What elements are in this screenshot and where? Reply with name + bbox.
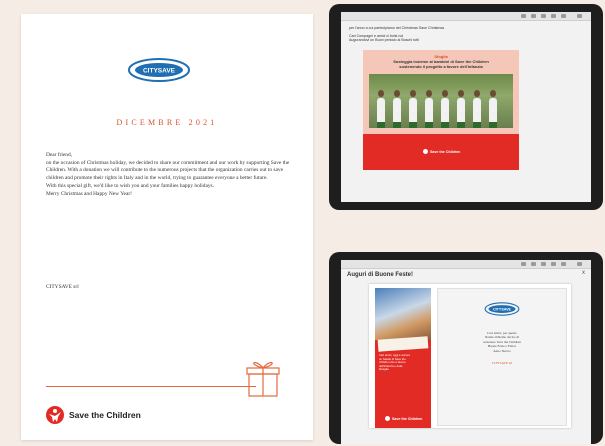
letter-paragraph: on the occasion of Christmas holiday, we… <box>46 159 290 182</box>
ecard-right-text: Cari amici, per questo Natale abbiamo de… <box>448 331 556 365</box>
mini-logo-label: Save the Children <box>430 149 461 154</box>
email-screen: per l'anno a cui partecipiamo del Christ… <box>341 12 591 202</box>
tablet-email-preview: per l'anno a cui partecipiamo del Christ… <box>329 4 603 210</box>
ecard-toolbar <box>341 260 591 269</box>
ecard-left-panel: Cari amici, oggi è ancora un Natale di S… <box>375 288 431 428</box>
ecard-left-text: Cari amici, oggi è ancora un Natale di S… <box>379 353 427 372</box>
ecard-title-strip <box>377 336 429 352</box>
toolbar-icon[interactable] <box>551 14 556 18</box>
ecard-signature: CITYSAVE srl <box>491 361 513 366</box>
logo-text: CITYSAVE <box>143 68 176 75</box>
toolbar-icon[interactable] <box>551 262 556 266</box>
save-the-children-label: Save the Children <box>69 410 141 420</box>
ecard-right-line: Anno Nuovo <box>493 348 511 353</box>
toolbar-icon[interactable] <box>521 14 526 18</box>
email-intro-line: Augurandovi un Buon periodo ai Boschi tu… <box>349 38 419 43</box>
logo-text: CITYSAVE <box>493 307 512 311</box>
ecard-right-panel: CITYSAVE Cari amici, per questo Natale a… <box>437 288 567 426</box>
save-the-children-mini-logo: Save the Children <box>385 416 422 421</box>
letter-body: Dear friend, on the occasion of Christma… <box>46 152 291 198</box>
christmas-letter: CITYSAVE DICEMBRE 2021 Dear friend, on t… <box>21 14 313 440</box>
toolbar-icon[interactable] <box>577 262 582 266</box>
save-the-children-mini-logo: Save the Children <box>423 149 460 154</box>
toolbar-icon[interactable] <box>577 14 582 18</box>
letter-paragraph: Merry Christmas and Happy New Year! <box>46 190 132 197</box>
letter-signature: CITYSAVE srl <box>46 284 79 290</box>
children-photo <box>369 74 513 128</box>
ecard-screen: Auguri di Buone Feste! x Cari amici, ogg… <box>341 260 591 444</box>
save-the-children-logo: Save the Children <box>46 404 141 426</box>
toolbar-icon[interactable] <box>541 14 546 18</box>
ecard: Cari amici, oggi è ancora un Natale di S… <box>369 284 571 428</box>
mini-logo-label: Save the Children <box>392 416 423 421</box>
footer-divider <box>46 386 256 387</box>
toolbar-icon[interactable] <box>531 14 536 18</box>
banner-headline-line: sostenendo il progetto a favore dell'inf… <box>399 64 483 69</box>
letter-greeting: Dear friend, <box>46 152 73 158</box>
citysave-logo: CITYSAVE <box>484 302 520 316</box>
letter-date: DICEMBRE 2021 <box>116 118 218 127</box>
email-intro: per l'anno a cui partecipiamo del Christ… <box>349 26 569 43</box>
save-the-children-icon <box>423 149 428 154</box>
email-toolbar <box>341 12 591 21</box>
citysave-logo: CITYSAVE <box>128 58 190 82</box>
letter-paragraph: With this special gift, we'd like to wis… <box>46 182 214 189</box>
ecard-photo <box>375 288 431 340</box>
toolbar-icon[interactable] <box>521 262 526 266</box>
toolbar-icon[interactable] <box>561 262 566 266</box>
donation-banner: Sfoglia Sosteggia insieme ai bambini di … <box>363 50 519 170</box>
toolbar-icon[interactable] <box>561 14 566 18</box>
banner-headline: Sfoglia Sosteggia insieme ai bambini di … <box>363 54 519 69</box>
ecard-title: Auguri di Buone Feste! <box>347 272 413 278</box>
banner-footer: Save the Children <box>363 134 519 170</box>
save-the-children-icon <box>385 416 390 421</box>
save-the-children-icon <box>46 406 64 424</box>
toolbar-icon[interactable] <box>531 262 536 266</box>
toolbar-icon[interactable] <box>541 262 546 266</box>
gift-icon <box>246 361 280 397</box>
close-icon[interactable]: x <box>582 270 585 276</box>
tablet-ecard-preview: Auguri di Buone Feste! x Cari amici, ogg… <box>329 252 603 444</box>
ecard-left-line: famiglie. <box>379 367 390 372</box>
email-intro-line: per l'anno a cui partecipiamo del Christ… <box>349 26 445 30</box>
